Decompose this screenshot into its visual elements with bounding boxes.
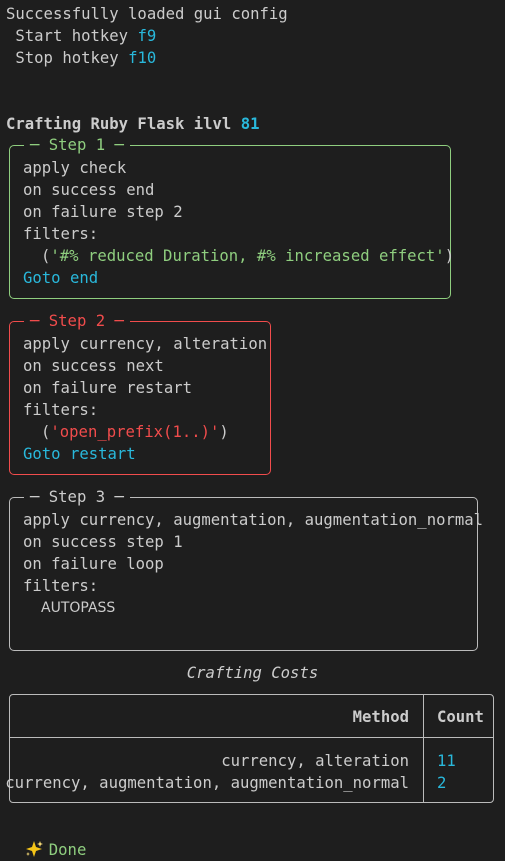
step-2-panel: ─ Step 2 ─ apply currency, alteration on… (9, 310, 271, 475)
costs-row-method: currency, augmentation, augmentation_nor… (5, 774, 409, 792)
costs-title: Crafting Costs (186, 664, 319, 682)
step-2-filter-value: 'open_prefix(1..)' (50, 423, 220, 441)
sparkles-icon (25, 841, 43, 857)
start-hotkey-value: f9 (137, 27, 157, 45)
step-2-apply: apply currency, alteration (23, 335, 268, 353)
costs-row-count: 2 (437, 774, 447, 792)
step-3-on-failure: on failure loop (23, 555, 164, 573)
step-2-filter: ('open_prefix(1..)') (41, 423, 229, 441)
loaded-message: Successfully loaded gui config (6, 5, 288, 23)
step-3-panel: ─ Step 3 ─ apply currency, augmentation,… (9, 486, 483, 651)
step-1-on-failure: on failure step 2 (23, 203, 183, 221)
step-3-on-success: on success step 1 (23, 533, 183, 551)
step-1-panel: ─ Step 1 ─ apply check on success end on… (9, 134, 455, 299)
step-1-filters-label: filters: (23, 225, 99, 243)
step-2-on-success: on success next (23, 357, 164, 375)
done-status: Done (48, 841, 87, 859)
step-3-title: ─ Step 3 ─ (24, 486, 130, 508)
step-3-filters-label: filters: (23, 577, 99, 595)
step-3-apply: apply currency, augmentation, augmentati… (23, 511, 484, 529)
crafting-title-text: Crafting Ruby Flask ilvl (6, 115, 241, 133)
step-2-filters-label: filters: (23, 401, 99, 419)
start-hotkey-label: Start hotkey (6, 27, 138, 45)
done-line: Done (6, 817, 86, 859)
start-hotkey-line: Start hotkey f9 (6, 25, 156, 47)
step-1-filter: ('#% reduced Duration, #% increased effe… (41, 247, 455, 265)
step-1-filter-value: '#% reduced Duration, #% increased effec… (50, 247, 445, 265)
crafting-title: Crafting Ruby Flask ilvl 81 (6, 113, 260, 135)
costs-header-method: Method (352, 708, 409, 726)
step-3-filter-value: AUTOPASS (41, 600, 116, 616)
step-2-title: ─ Step 2 ─ (24, 310, 130, 332)
costs-row-method: currency, alteration (221, 752, 409, 770)
step-2-goto: Goto restart (23, 445, 136, 463)
stop-hotkey-label: Stop hotkey (6, 49, 129, 67)
step-1-on-success: on success end (23, 181, 155, 199)
costs-table: Method Count currency, alteration 11 cur… (5, 694, 494, 803)
costs-row-count: 11 (437, 752, 456, 770)
stop-hotkey-value: f10 (128, 49, 157, 67)
crafting-ilvl: 81 (240, 115, 260, 133)
step-1-goto: Goto end (23, 269, 99, 287)
step-1-title: ─ Step 1 ─ (24, 134, 130, 156)
stop-hotkey-line: Stop hotkey f10 (6, 47, 156, 69)
step-2-on-failure: on failure restart (23, 379, 192, 397)
costs-header-count: Count (437, 708, 484, 726)
step-1-apply: apply check (23, 159, 127, 177)
